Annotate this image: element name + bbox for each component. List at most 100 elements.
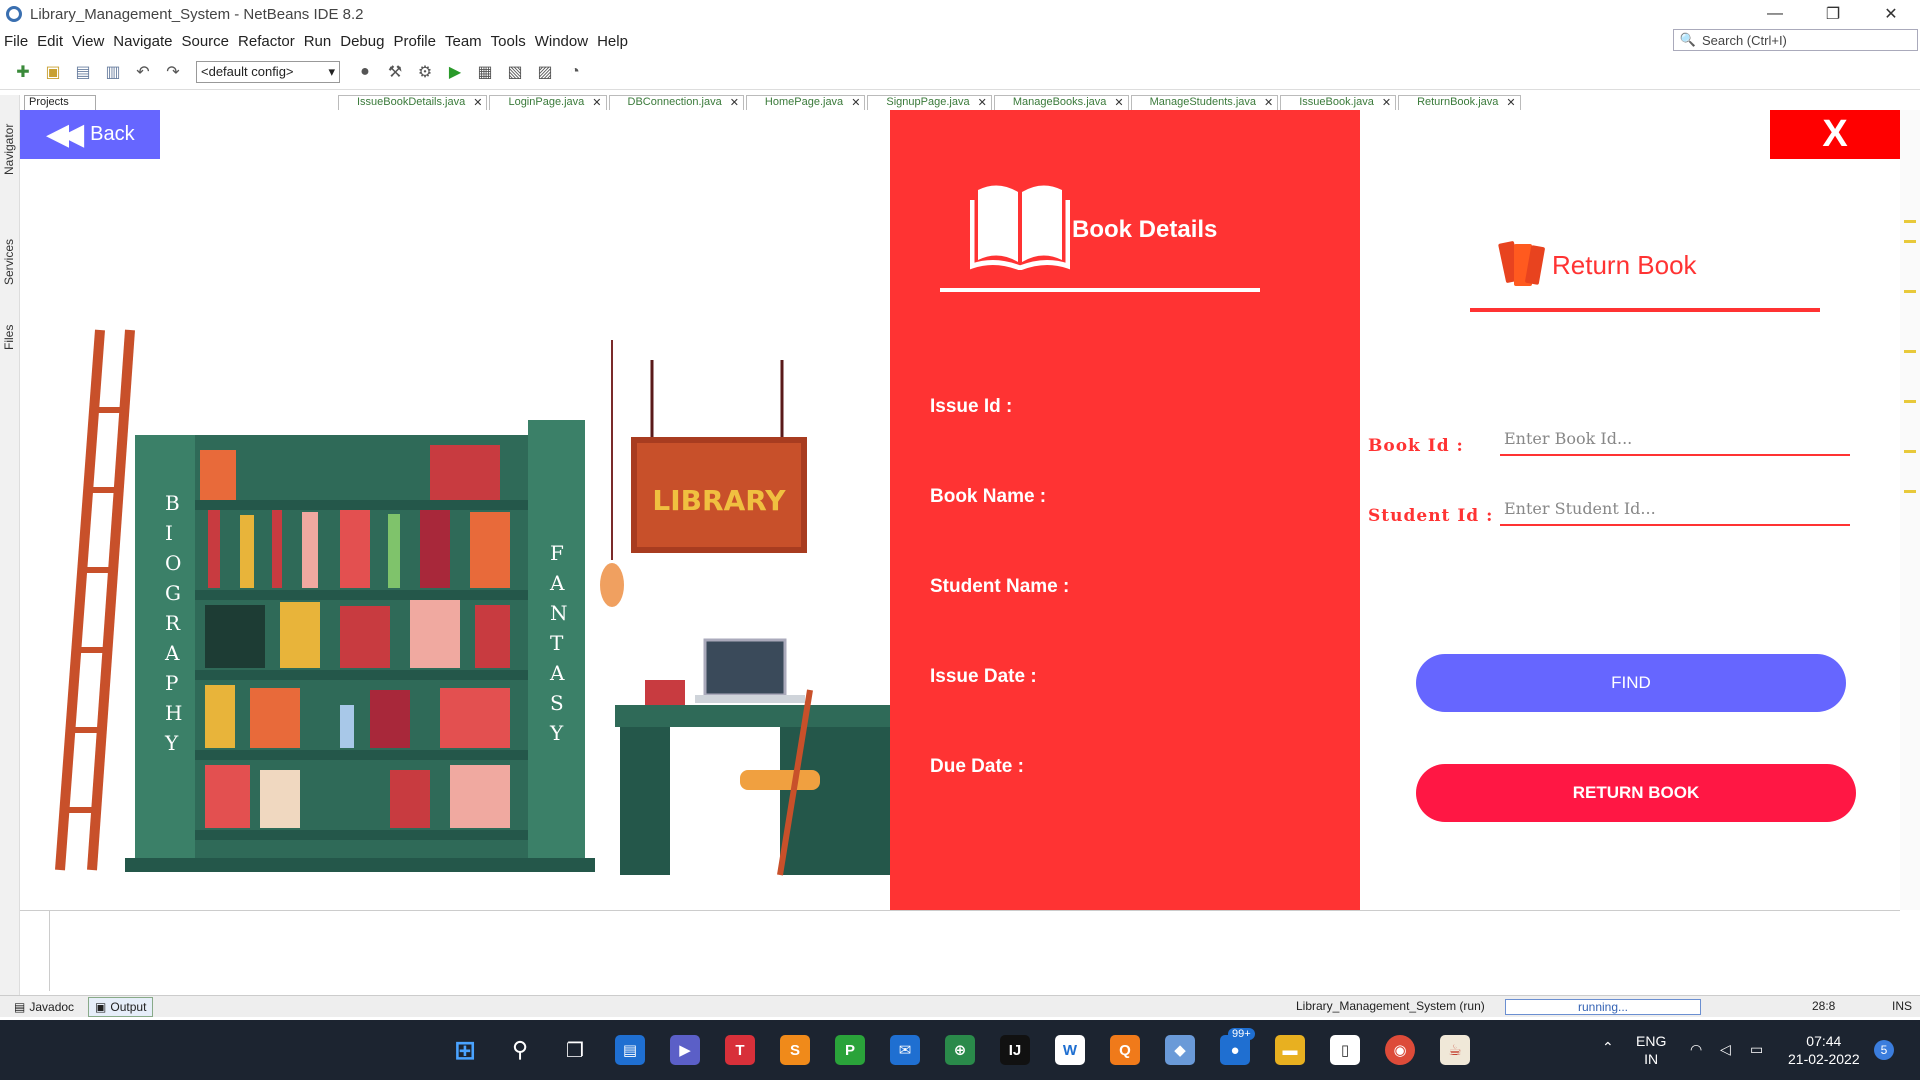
return-book-title: Return Book	[1552, 250, 1697, 280]
annotation-marker[interactable]	[1904, 240, 1916, 243]
menu-edit[interactable]: Edit	[33, 33, 68, 50]
tab-returnbook[interactable]: ReturnBook.java ✕	[1398, 95, 1521, 110]
menu-help[interactable]: Help	[593, 33, 633, 50]
desk-image	[615, 638, 900, 876]
annotation-marker[interactable]	[1904, 290, 1916, 293]
menu-file[interactable]: File	[0, 33, 33, 50]
restore-icon[interactable]: ❐	[1804, 0, 1862, 28]
lightbulb-image	[600, 340, 624, 607]
debug-icon[interactable]: ▦	[473, 60, 497, 84]
config-select[interactable]: <default config> ▾	[196, 60, 340, 83]
close-app-button[interactable]: X	[1770, 110, 1900, 159]
teams-icon[interactable]: ▶	[670, 1035, 700, 1065]
files-panel-tab[interactable]: Files	[2, 325, 16, 350]
error-stripe	[1900, 110, 1920, 910]
menu-profile[interactable]: Profile	[389, 33, 441, 50]
annotation-marker[interactable]	[1904, 490, 1916, 493]
book-id-input[interactable]	[1500, 422, 1850, 456]
annotation-marker[interactable]	[1904, 350, 1916, 353]
title-divider	[940, 288, 1260, 292]
back-button[interactable]: ◀◀ Back	[20, 110, 160, 159]
pycharm-icon[interactable]: P	[835, 1035, 865, 1065]
close-tab-icon: ✕	[1264, 97, 1274, 109]
save-all-icon[interactable]: ▥	[101, 60, 125, 84]
bookshelf-image	[125, 420, 595, 872]
tab-javadoc[interactable]: ▤ Javadoc	[8, 997, 80, 1017]
close-tab-icon: ✕	[592, 97, 602, 109]
tab-signuppage[interactable]: SignupPage.java ✕	[867, 95, 992, 110]
language-indicator[interactable]: ENG IN	[1636, 1032, 1666, 1068]
mail-icon[interactable]: ✉	[890, 1035, 920, 1065]
chevron-up-icon[interactable]: ⌃	[1602, 1038, 1614, 1056]
notification-center-badge[interactable]: 5	[1874, 1040, 1894, 1060]
new-project-icon[interactable]: ▣	[41, 60, 65, 84]
ide-search-placeholder: Search (Ctrl+I)	[1702, 32, 1787, 48]
chrome-icon[interactable]: ◉	[1385, 1035, 1415, 1065]
task-view-icon[interactable]: ❐	[560, 1035, 590, 1065]
menu-window[interactable]: Window	[531, 33, 593, 50]
browser-icon[interactable]: ⊕	[945, 1035, 975, 1065]
services-panel-tab[interactable]: Services	[2, 239, 16, 285]
new-file-icon[interactable]: ✚	[11, 60, 35, 84]
redo-icon[interactable]: ↷	[161, 60, 185, 84]
search-icon[interactable]: ⚲	[505, 1035, 535, 1065]
sublime-icon[interactable]: S	[780, 1035, 810, 1065]
close-window-icon[interactable]: ✕	[1862, 0, 1920, 28]
minimize-icon[interactable]: —	[1746, 0, 1804, 28]
close-tab-icon: ✕	[851, 97, 861, 109]
clock[interactable]: 07:44 21-02-2022	[1788, 1032, 1860, 1068]
menu-tools[interactable]: Tools	[487, 33, 531, 50]
run-icon[interactable]: ▶	[443, 60, 467, 84]
attach-debugger-icon[interactable]: ▨	[533, 60, 557, 84]
tab-dbconnection[interactable]: DBConnection.java ✕	[608, 95, 744, 110]
menu-debug[interactable]: Debug	[336, 33, 389, 50]
taskbar: ⊞ ⚲ ❐ ▤ ▶ T S P ✉ ⊕ IJ W Q ◆ ● 99+ ▬ ▯ ◉…	[0, 1020, 1920, 1080]
open-book-icon	[970, 185, 1070, 270]
volume-icon[interactable]: ◁	[1720, 1040, 1731, 1058]
tab-issuebook[interactable]: IssueBook.java ✕	[1280, 95, 1397, 110]
clean-build-icon[interactable]: ⚙	[413, 60, 437, 84]
windows-start-icon[interactable]: ⊞	[450, 1035, 480, 1065]
open-project-icon[interactable]: ▤	[71, 60, 95, 84]
profile-icon[interactable]: ▧	[503, 60, 527, 84]
typora-icon[interactable]: T	[725, 1035, 755, 1065]
tab-managebooks[interactable]: ManageBooks.java ✕	[993, 95, 1129, 110]
tab-output[interactable]: ▣ Output	[88, 996, 154, 1017]
output-gutter	[20, 911, 50, 991]
globe-icon[interactable]: ●	[353, 60, 377, 84]
menu-source[interactable]: Source	[177, 33, 234, 50]
file-explorer-icon[interactable]: ▬	[1275, 1035, 1305, 1065]
wifi-icon[interactable]: ◠	[1690, 1040, 1702, 1058]
menu-run[interactable]: Run	[300, 33, 337, 50]
find-button[interactable]: FIND	[1416, 654, 1846, 712]
menu-navigate[interactable]: Navigate	[109, 33, 177, 50]
document-icon[interactable]: ▯	[1330, 1035, 1360, 1065]
tab-managestudents[interactable]: ManageStudents.java ✕	[1130, 95, 1279, 110]
build-icon[interactable]: ⚒	[383, 60, 407, 84]
ide-search-box[interactable]: 🔍 Search (Ctrl+I)	[1673, 29, 1918, 51]
intellij-icon[interactable]: IJ	[1000, 1035, 1030, 1065]
widgets-icon[interactable]: ▤	[615, 1035, 645, 1065]
tab-projects[interactable]: Projects	[24, 95, 96, 110]
menu-view[interactable]: View	[68, 33, 109, 50]
app-w-icon[interactable]: W	[1055, 1035, 1085, 1065]
annotation-marker[interactable]	[1904, 400, 1916, 403]
app-q-icon[interactable]: Q	[1110, 1035, 1140, 1065]
window-controls: — ❐ ✕	[1746, 0, 1920, 28]
tab-issuebookdetails[interactable]: IssueBookDetails.java ✕	[338, 95, 488, 110]
profiler-icon[interactable]: ◔	[563, 60, 587, 84]
return-book-button[interactable]: RETURN BOOK	[1416, 764, 1856, 822]
tab-loginpage[interactable]: LoginPage.java ✕	[489, 95, 607, 110]
virtualbox-icon[interactable]: ◆	[1165, 1035, 1195, 1065]
undo-icon[interactable]: ↶	[131, 60, 155, 84]
student-id-input[interactable]	[1500, 492, 1850, 526]
battery-icon[interactable]: ▭	[1750, 1040, 1763, 1058]
annotation-marker[interactable]	[1904, 450, 1916, 453]
navigator-panel-tab[interactable]: Navigator	[2, 124, 16, 175]
java-icon[interactable]: ☕	[1440, 1035, 1470, 1065]
menu-refactor[interactable]: Refactor	[234, 33, 300, 50]
annotation-marker[interactable]	[1904, 220, 1916, 223]
close-tab-icon: ✕	[1114, 97, 1124, 109]
tab-homepage[interactable]: HomePage.java ✕	[745, 95, 866, 110]
menu-team[interactable]: Team	[441, 33, 487, 50]
